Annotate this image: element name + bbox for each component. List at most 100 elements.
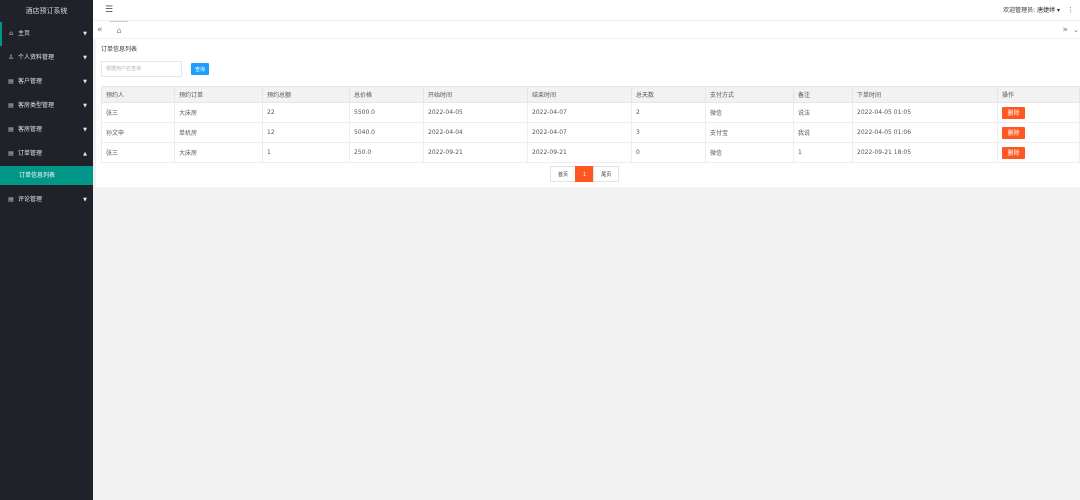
current-page[interactable]: 1: [575, 166, 595, 182]
sidebar-item-label: 客房类型管理: [18, 102, 55, 109]
delete-button[interactable]: 删除: [1002, 106, 1025, 119]
table-cell: 张三: [101, 102, 175, 123]
column-header: 下单时间: [852, 86, 998, 103]
chevron-down-icon: ▼: [83, 127, 87, 133]
tab-bar: « ⌂ » ⌄: [93, 21, 1080, 39]
table-row: 张三 大床房 22 5500.0 2022-04-05 2022-04-07 2…: [101, 102, 1080, 123]
app-title: 酒店预订系统: [0, 0, 93, 22]
table-cell: 2022-04-07: [527, 102, 632, 123]
table-cell: 说法: [793, 102, 853, 123]
table-cell: 大床房: [174, 142, 263, 163]
table-cell: 我说: [793, 122, 853, 143]
table-row: 张三 大床房 1 250.0 2022-09-21 2022-09-21 0 微…: [101, 142, 1080, 163]
chevron-down-icon: ▼: [83, 197, 87, 203]
table-cell: 支付宝: [705, 122, 794, 143]
column-header: 开始时间: [423, 86, 528, 103]
column-header: 预约总额: [262, 86, 350, 103]
user-menu[interactable]: 欢迎管理员: 唐婕婷 ▾: [1003, 0, 1060, 21]
table-cell: 2022-04-04: [423, 122, 528, 143]
sidebar-item-label: 个人资料管理: [18, 54, 55, 61]
table-cell: 2: [631, 102, 706, 123]
home-icon: ⌂: [116, 26, 122, 35]
table-cell: 微信: [705, 102, 794, 123]
table-cell: 孙文申: [101, 122, 175, 143]
home-icon: ⌂: [9, 30, 13, 37]
chevron-up-icon: ▲: [83, 151, 87, 157]
column-header: 支付方式: [705, 86, 794, 103]
menu-toggle-icon[interactable]: ☰: [105, 5, 113, 15]
sidebar-item-reviews[interactable]: ▤ 评论管理 ▼: [0, 188, 93, 212]
column-header: 总天数: [631, 86, 706, 103]
tab-scroll-left-icon[interactable]: «: [97, 21, 103, 39]
table-cell: 2022-09-21: [423, 142, 528, 163]
column-header: 备注: [793, 86, 853, 103]
tab-menu-chevron-icon[interactable]: ⌄: [1073, 21, 1079, 39]
column-header: 结束时间: [527, 86, 632, 103]
list-icon: ▤: [8, 78, 14, 85]
chevron-down-icon: ▼: [83, 31, 87, 37]
chevron-down-icon: ▼: [83, 55, 87, 61]
first-page-button[interactable]: 首页: [550, 166, 577, 182]
table-cell: 大床房: [174, 102, 263, 123]
table-cell: 2022-04-05: [423, 102, 528, 123]
table-cell: 1: [262, 142, 350, 163]
table-row: 孙文申 单机房 12 5040.0 2022-04-04 2022-04-07 …: [101, 122, 1080, 143]
search-button[interactable]: 查询: [191, 63, 209, 75]
sidebar-item-label: 订单管理: [18, 150, 43, 157]
sidebar-item-room-types[interactable]: ▤ 客房类型管理 ▼: [0, 94, 93, 118]
table-cell: 2022-09-21: [527, 142, 632, 163]
sidebar-subitem-order-list[interactable]: 订单信息列表: [0, 166, 93, 185]
sidebar-item-label: 客户管理: [18, 78, 43, 85]
last-page-button[interactable]: 尾页: [593, 166, 620, 182]
column-header: 操作: [997, 86, 1080, 103]
sidebar-item-label: 主页: [18, 30, 31, 37]
column-header: 预约订单: [174, 86, 263, 103]
list-icon: ▤: [8, 150, 14, 157]
sidebar-item-label: 客房管理: [18, 126, 43, 133]
tab-home[interactable]: ⌂: [110, 21, 128, 39]
table-cell: 单机房: [174, 122, 263, 143]
list-icon: ▤: [8, 126, 14, 133]
sidebar-item-orders[interactable]: ▤ 订单管理 ▲: [0, 142, 93, 166]
table-cell-actions: 删除: [997, 122, 1080, 143]
sidebar-item-label: 评论管理: [18, 196, 43, 203]
sidebar-item-home[interactable]: ⌂ 主页 ▼: [0, 22, 93, 46]
table-cell-actions: 删除: [997, 142, 1080, 163]
sidebar-item-rooms[interactable]: ▤ 客房管理 ▼: [0, 118, 93, 142]
list-icon: ▤: [8, 196, 14, 203]
table-cell-actions: 删除: [997, 102, 1080, 123]
column-header: 总价格: [349, 86, 424, 103]
table-cell: 0: [631, 142, 706, 163]
column-header: 预约人: [101, 86, 175, 103]
content-card: 订单信息列表 查询 预约人 预约订单 预约总额 总价格 开始时间 结束时间 总天…: [96, 39, 1080, 187]
chevron-down-icon: ▼: [83, 79, 87, 85]
sidebar-item-customers[interactable]: ▤ 客户管理 ▼: [0, 70, 93, 94]
search-input[interactable]: [101, 61, 182, 77]
chevron-down-icon: ▼: [83, 103, 87, 109]
table-cell: 2022-09-21 18:05: [852, 142, 998, 163]
sidebar: 酒店预订系统 ⌂ 主页 ▼ ♙ 个人资料管理 ▼ ▤ 客户管理 ▼ ▤ 客房类型管理 ▼…: [0, 0, 93, 500]
sidebar-item-profile[interactable]: ♙ 个人资料管理 ▼: [0, 46, 93, 70]
table-cell: 1: [793, 142, 853, 163]
delete-button[interactable]: 删除: [1002, 146, 1025, 159]
table-cell: 5500.0: [349, 102, 424, 123]
more-icon[interactable]: ⋮: [1067, 0, 1074, 21]
tab-scroll-right-icon[interactable]: »: [1062, 21, 1068, 39]
page-title: 订单信息列表: [101, 46, 138, 53]
pagination: 首页 1 尾页: [550, 166, 620, 182]
table-cell: 250.0: [349, 142, 424, 163]
user-icon: ♙: [8, 54, 14, 61]
table-cell: 2022-04-05 01:05: [852, 102, 998, 123]
table-cell: 22: [262, 102, 350, 123]
table-cell: 张三: [101, 142, 175, 163]
orders-table: 预约人 预约订单 预约总额 总价格 开始时间 结束时间 总天数 支付方式 备注 …: [101, 86, 1080, 163]
table-header-row: 预约人 预约订单 预约总额 总价格 开始时间 结束时间 总天数 支付方式 备注 …: [101, 86, 1080, 103]
table-cell: 12: [262, 122, 350, 143]
list-icon: ▤: [8, 102, 14, 109]
top-header: ☰ 欢迎管理员: 唐婕婷 ▾ ⋮: [93, 0, 1080, 21]
delete-button[interactable]: 删除: [1002, 126, 1025, 139]
table-cell: 2022-04-07: [527, 122, 632, 143]
table-cell: 5040.0: [349, 122, 424, 143]
table-cell: 3: [631, 122, 706, 143]
table-cell: 微信: [705, 142, 794, 163]
